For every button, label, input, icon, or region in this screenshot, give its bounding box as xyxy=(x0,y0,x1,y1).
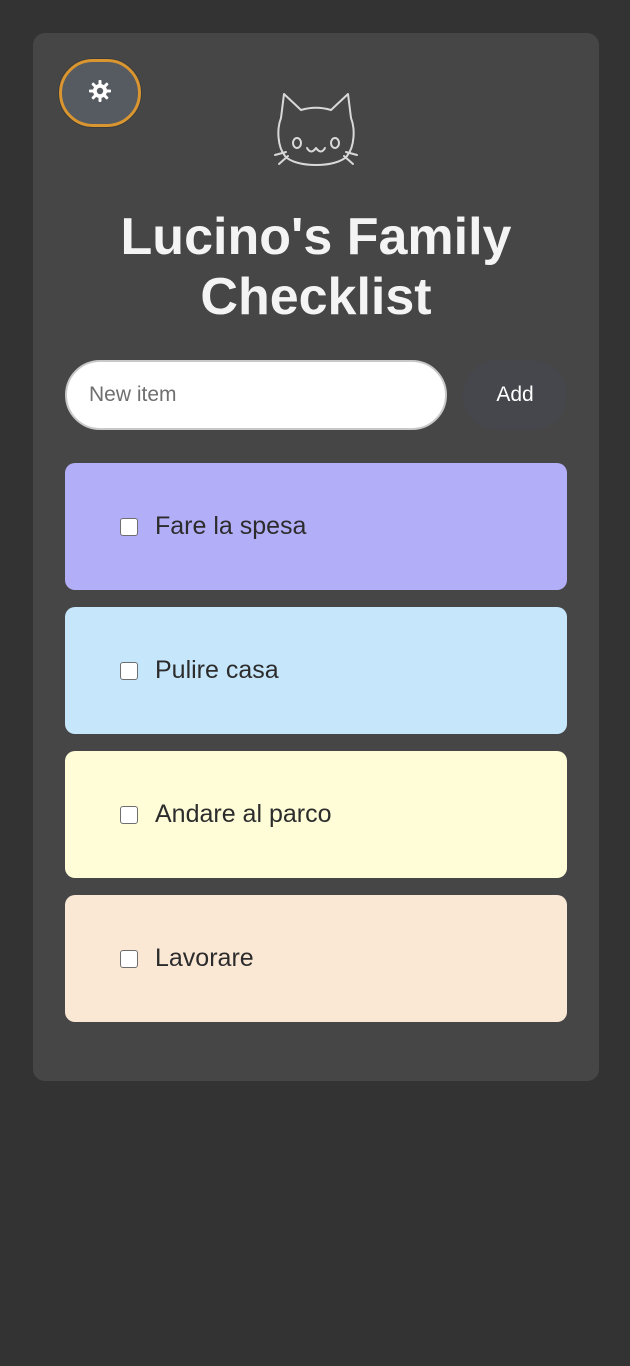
item-checkbox[interactable] xyxy=(120,805,138,824)
gear-icon xyxy=(88,79,112,108)
item-label: Andare al parco xyxy=(155,800,332,828)
list-item: Lavorare xyxy=(65,895,567,1022)
page-title: Lucino's Family Checklist xyxy=(120,208,512,326)
item-label: Lavorare xyxy=(155,944,254,972)
list-item: Andare al parco xyxy=(65,751,567,878)
add-button[interactable]: Add xyxy=(463,360,567,430)
checklist-card: Lucino's Family Checklist Add Fare la sp… xyxy=(33,33,599,1081)
cat-face-icon xyxy=(273,88,359,172)
item-label: Fare la spesa xyxy=(155,512,307,540)
checklist: Fare la spesa Pulire casa Andare al parc… xyxy=(65,463,567,1039)
item-checkbox[interactable] xyxy=(120,949,138,968)
item-label: Pulire casa xyxy=(155,656,279,684)
item-checkbox[interactable] xyxy=(120,661,138,680)
item-checkbox[interactable] xyxy=(120,517,138,536)
theme-toggle-button[interactable] xyxy=(59,59,141,127)
new-item-input[interactable] xyxy=(65,360,447,430)
list-item: Fare la spesa xyxy=(65,463,567,590)
list-item: Pulire casa xyxy=(65,607,567,734)
